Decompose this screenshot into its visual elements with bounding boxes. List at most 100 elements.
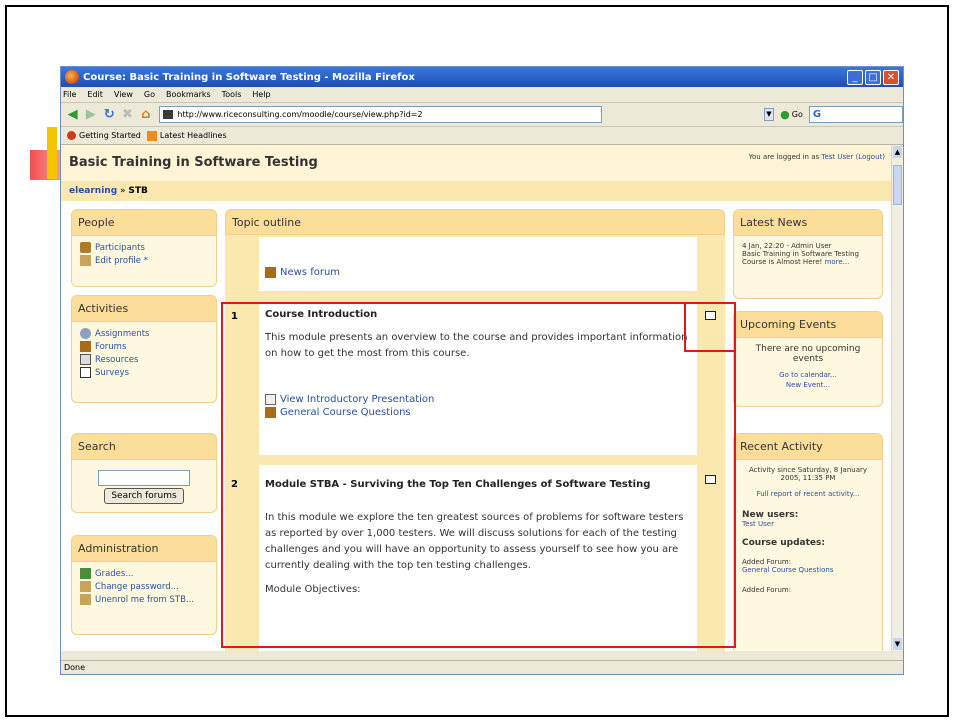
scroll-up-icon[interactable]: ▲: [893, 146, 902, 158]
no-events-text: There are no upcoming events: [755, 344, 861, 364]
page-header: Basic Training in Software Testing You a…: [61, 145, 893, 201]
navigation-toolbar: ◀ ▶ ↻ ✖ ⌂ http://www.riceconsulting.com/…: [61, 103, 903, 127]
participants-link[interactable]: Participants: [80, 242, 208, 253]
home-icon[interactable]: ⌂: [138, 106, 153, 124]
forums-link[interactable]: Forums: [80, 341, 208, 352]
scroll-down-icon[interactable]: ▼: [893, 638, 902, 650]
menu-tools[interactable]: Tools: [222, 90, 242, 99]
participants-icon: [80, 242, 91, 253]
site-favicon-icon: [163, 110, 174, 119]
added-forum-2: Added Forum:: [742, 586, 792, 594]
surveys-link[interactable]: Surveys: [80, 367, 208, 378]
getting-started-icon: [67, 131, 76, 140]
search-engine-box[interactable]: G: [808, 106, 903, 123]
recent-activity-title: Recent Activity: [734, 434, 882, 460]
close-button[interactable]: ✕: [883, 69, 899, 85]
menu-bookmarks[interactable]: Bookmarks: [166, 90, 211, 99]
annotation-highlight-box: [221, 302, 736, 648]
address-dropdown-icon[interactable]: ▼: [763, 108, 775, 121]
added-forum-1: Added Forum:: [742, 558, 792, 566]
maximize-button[interactable]: □: [865, 69, 881, 85]
topic-outline-title: Topic outline: [225, 209, 725, 235]
edit-profile-link[interactable]: Edit profile *: [80, 255, 208, 266]
rss-feed-icon: [146, 130, 157, 141]
new-user-link[interactable]: Test User: [742, 520, 774, 528]
surveys-label: Surveys: [95, 367, 129, 378]
forums-label: Forums: [95, 341, 127, 352]
surveys-icon: [80, 367, 91, 378]
resources-link[interactable]: Resources: [80, 354, 208, 365]
address-url: http://www.riceconsulting.com/moodle/cou…: [177, 110, 423, 119]
people-block: People Participants Edit profile *: [71, 209, 217, 287]
menu-go[interactable]: Go: [144, 90, 155, 99]
latest-news-block: Latest News 4 Jan, 22:20 - Admin User Ba…: [733, 209, 883, 299]
news-meta: 4 Jan, 22:20 - Admin User: [742, 242, 832, 250]
vertical-scrollbar[interactable]: ▲ ▼: [891, 145, 903, 651]
forward-arrow-icon[interactable]: ▶: [83, 106, 98, 124]
search-input[interactable]: [98, 470, 190, 486]
go-button-label[interactable]: Go: [792, 110, 803, 119]
change-password-link[interactable]: Change password...: [80, 581, 208, 592]
menu-edit[interactable]: Edit: [87, 90, 103, 99]
new-users-heading: New users:: [742, 510, 799, 520]
breadcrumb-home[interactable]: elearning: [69, 186, 117, 196]
title-bar: Course: Basic Training in Software Testi…: [61, 67, 903, 87]
menu-help[interactable]: Help: [252, 90, 270, 99]
unenrol-label: Unenrol me from STB...: [95, 594, 195, 605]
go-icon[interactable]: ●: [780, 108, 790, 121]
status-bar: Done: [61, 660, 903, 674]
added-forum-1-link[interactable]: General Course Questions: [742, 566, 833, 574]
firefox-icon: [65, 70, 79, 84]
go-to-calendar-link[interactable]: Go to calendar...: [779, 371, 837, 379]
unenrol-link[interactable]: Unenrol me from STB...: [80, 594, 208, 605]
search-title: Search: [72, 434, 216, 460]
resources-icon: [80, 354, 91, 365]
scroll-thumb[interactable]: [893, 165, 902, 205]
assignments-label: Assignments: [95, 328, 150, 339]
login-prefix: You are logged in as: [748, 153, 820, 161]
logout-link[interactable]: (Logout): [856, 153, 885, 161]
bookmark-getting-started[interactable]: Getting Started: [79, 131, 141, 140]
edit-profile-icon: [80, 255, 91, 266]
assignments-link[interactable]: Assignments: [80, 328, 208, 339]
slide-accent-bar: [47, 127, 57, 179]
grades-icon: [80, 568, 91, 579]
page-title: Basic Training in Software Testing: [69, 155, 318, 170]
breadcrumb-current: STB: [128, 186, 148, 196]
change-password-label: Change password...: [95, 581, 179, 592]
new-event-link[interactable]: New Event...: [786, 381, 830, 389]
administration-title: Administration: [72, 536, 216, 562]
search-forums-button[interactable]: Search forums: [104, 488, 184, 504]
stop-icon[interactable]: ✖: [120, 106, 135, 124]
upcoming-events-title: Upcoming Events: [734, 312, 882, 338]
menu-view[interactable]: View: [114, 90, 133, 99]
grades-link[interactable]: Grades...: [80, 568, 208, 579]
back-arrow-icon[interactable]: ◀: [65, 106, 80, 124]
menu-file[interactable]: File: [63, 90, 76, 99]
unenrol-icon: [80, 594, 91, 605]
assignments-icon: [80, 328, 91, 339]
bookmarks-toolbar: Getting Started Latest Headlines: [61, 127, 903, 145]
people-title: People: [72, 210, 216, 236]
breadcrumb-separator: »: [120, 186, 126, 196]
minimize-button[interactable]: _: [847, 69, 863, 85]
annotation-checkbox-highlight: [684, 302, 736, 352]
course-updates-heading: Course updates:: [742, 538, 825, 548]
full-report-link[interactable]: Full report of recent activity...: [757, 490, 860, 498]
change-password-icon: [80, 581, 91, 592]
latest-news-title: Latest News: [734, 210, 882, 236]
address-bar[interactable]: http://www.riceconsulting.com/moodle/cou…: [159, 106, 602, 123]
news-forum-link[interactable]: News forum: [265, 267, 340, 278]
edit-profile-marker: *: [143, 255, 148, 266]
menu-bar: File Edit View Go Bookmarks Tools Help: [61, 87, 903, 103]
news-more-link[interactable]: more...: [825, 258, 850, 266]
window-title: Course: Basic Training in Software Testi…: [83, 71, 415, 83]
breadcrumb: elearning » STB: [61, 181, 893, 201]
search-block: Search Search forums: [71, 433, 217, 513]
login-user-link[interactable]: Test User: [821, 153, 853, 161]
news-forum-icon: [265, 267, 276, 278]
bookmark-latest-headlines[interactable]: Latest Headlines: [160, 131, 227, 140]
reload-icon[interactable]: ↻: [102, 106, 117, 124]
upcoming-events-block: Upcoming Events There are no upcoming ev…: [733, 311, 883, 407]
news-forum-label: News forum: [280, 267, 341, 278]
